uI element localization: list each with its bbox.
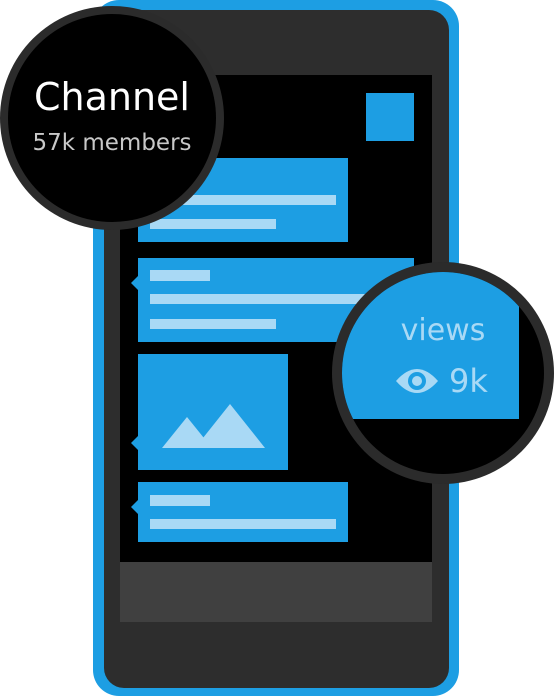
illustration-canvas: Channel 57k members views 9k: [0, 0, 555, 696]
corner-square-tile: [366, 93, 414, 141]
message-card-image: [131, 354, 288, 470]
message-2-header-line: [150, 270, 210, 281]
message-4-line-1: [150, 519, 336, 529]
message-card-4: [131, 482, 348, 542]
views-count: 9k: [449, 362, 488, 400]
message-2-line-2: [150, 319, 276, 329]
channel-members: 57k members: [32, 130, 191, 156]
channel-badge: Channel 57k members: [0, 6, 224, 230]
message-2-line-1: [150, 294, 380, 304]
views-badge: views 9k: [332, 262, 554, 484]
phone-nav-bar: [120, 562, 432, 622]
message-1-line-2: [150, 219, 276, 229]
channel-title: Channel: [34, 75, 190, 119]
phone-illustration: Channel 57k members views 9k: [0, 0, 554, 696]
views-label: views: [401, 313, 486, 348]
message-4-header-line: [150, 495, 210, 506]
